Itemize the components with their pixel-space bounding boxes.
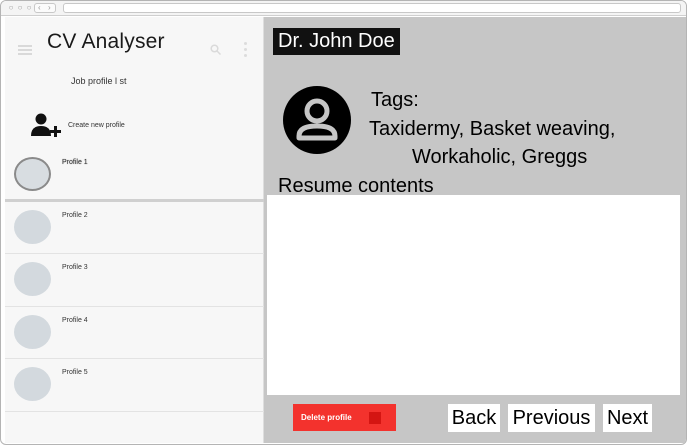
candidate-name: Dr. John Doe xyxy=(273,28,400,55)
delete-square-icon xyxy=(369,412,381,424)
sidebar: CV Analyser Job profile l st Create new … xyxy=(5,17,264,443)
profile-list-item[interactable]: Profile 3 xyxy=(5,254,264,307)
profile-avatar xyxy=(14,262,51,297)
create-profile-button[interactable]: Create new profile xyxy=(30,112,250,142)
browser-window: ○ ○ ○ ‹ › CV Analyser Job profile l st C… xyxy=(0,0,687,445)
profile-list-item[interactable]: Profile 2 xyxy=(5,202,264,255)
app-title: CV Analyser xyxy=(47,30,165,53)
profile-label: Profile 4 xyxy=(62,316,88,324)
search-icon[interactable] xyxy=(210,44,221,55)
app-header: CV Analyser xyxy=(5,17,263,69)
profile-list: Profile 1 Profile 2 Profile 3 Profile 4 … xyxy=(5,149,264,412)
profile-label: Profile 5 xyxy=(62,369,88,377)
tags-list: Workaholic, Greggs xyxy=(412,146,588,168)
profile-label: Profile 3 xyxy=(62,264,88,272)
create-profile-label: Create new profile xyxy=(68,122,125,129)
address-bar[interactable] xyxy=(63,3,681,13)
browser-toolbar: ○ ○ ○ ‹ › xyxy=(1,1,686,16)
forward-arrow-icon[interactable]: › xyxy=(48,3,51,12)
tags-label: Tags: xyxy=(371,89,419,111)
resume-contents-area[interactable] xyxy=(267,195,680,395)
profile-label: Profile 2 xyxy=(62,211,88,219)
add-user-icon xyxy=(31,113,61,137)
profile-avatar xyxy=(14,209,51,244)
delete-profile-button[interactable]: Delete profile xyxy=(293,404,396,431)
delete-profile-label: Delete profile xyxy=(301,413,352,422)
hamburger-menu-icon[interactable] xyxy=(18,45,32,55)
back-button[interactable]: Back xyxy=(448,404,500,432)
window-control-icon[interactable]: ○ xyxy=(25,3,33,12)
history-nav: ‹ › xyxy=(34,3,56,13)
window-control-icon[interactable]: ○ xyxy=(7,3,15,12)
profile-label: Profile 1 xyxy=(62,159,88,166)
profile-avatar xyxy=(14,367,51,402)
tags-list: Taxidermy, Basket weaving, xyxy=(369,118,616,140)
profile-detail-panel: Dr. John Doe Tags: Taxidermy, Basket wea… xyxy=(264,17,686,443)
profile-avatar xyxy=(14,314,51,349)
profile-list-item[interactable]: Profile 1 xyxy=(5,149,264,202)
back-arrow-icon[interactable]: ‹ xyxy=(38,3,41,12)
window-control-icon[interactable]: ○ xyxy=(16,3,24,12)
previous-button[interactable]: Previous xyxy=(508,404,595,432)
more-options-icon[interactable] xyxy=(244,42,248,58)
profile-list-item[interactable]: Profile 4 xyxy=(5,307,264,360)
profile-list-item[interactable]: Profile 5 xyxy=(5,359,264,412)
job-profile-list-heading: Job profile l st xyxy=(71,76,127,86)
profile-avatar xyxy=(14,157,51,191)
user-avatar-icon xyxy=(283,86,351,154)
next-button[interactable]: Next xyxy=(603,404,652,432)
